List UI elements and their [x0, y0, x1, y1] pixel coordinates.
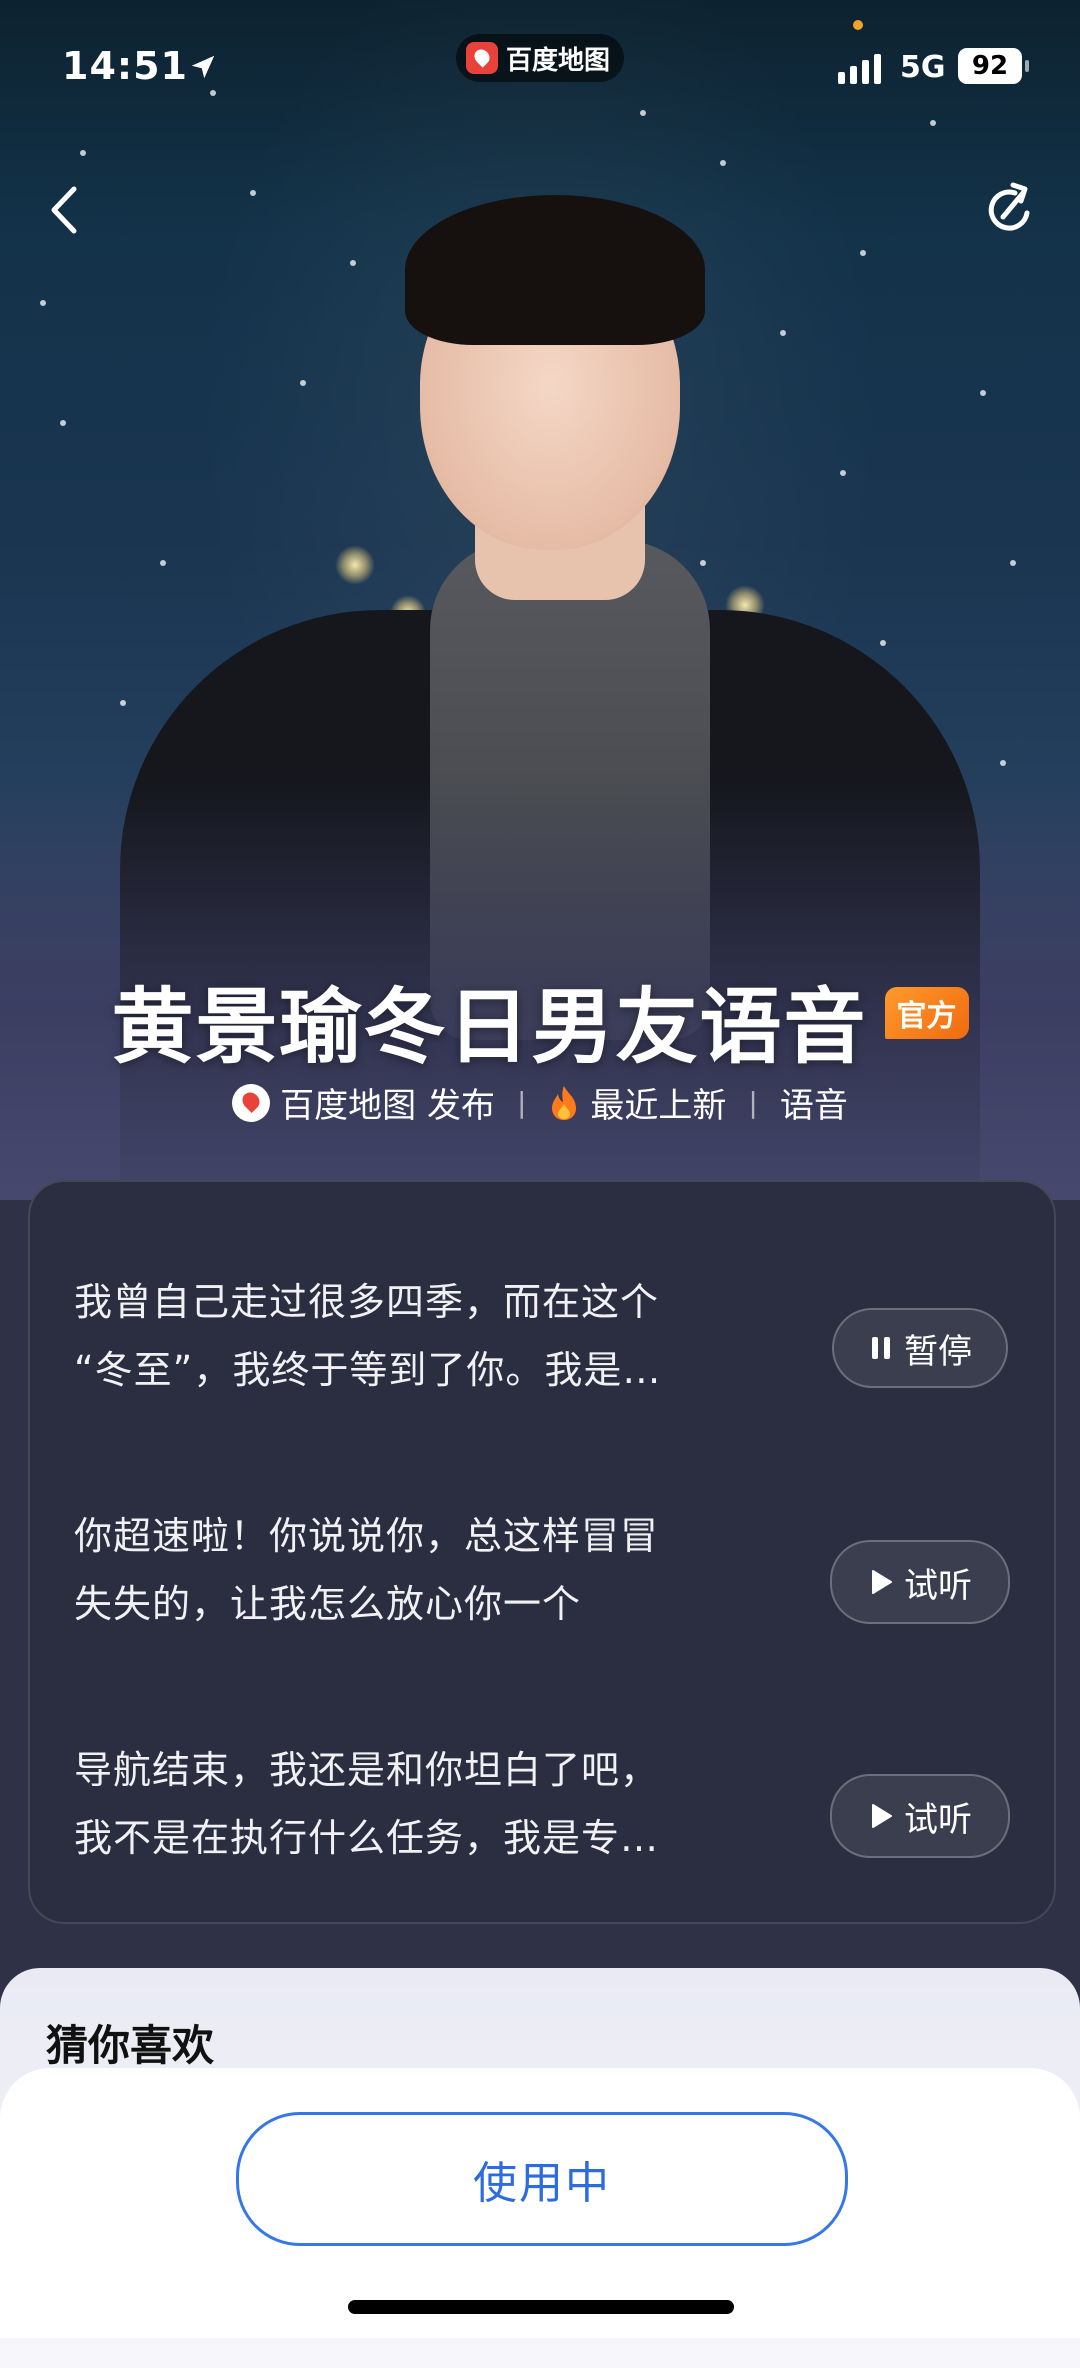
voice-sample-row: 我曾自己走过很多四季，而在这个 “冬至”，我终于等到了你。我是… 暂停: [30, 1268, 1054, 1448]
sample-line: “冬至”，我终于等到了你。我是…: [74, 1348, 662, 1392]
app-name: 百度地图: [506, 45, 611, 76]
sample-line: 失失的，让我怎么放心你一个: [74, 1582, 582, 1626]
pause-button[interactable]: 暂停: [832, 1308, 1008, 1388]
mic-indicator-dot: [853, 20, 863, 30]
preview-button[interactable]: 试听: [830, 1774, 1010, 1858]
chevron-left-icon[interactable]: [30, 175, 100, 245]
voice-sample-text: 我曾自己走过很多四季，而在这个 “冬至”，我终于等到了你。我是…: [74, 1268, 804, 1404]
sample-line: 我曾自己走过很多四季，而在这个: [74, 1280, 660, 1324]
bottom-action-bar: 使用中: [0, 2068, 1080, 2338]
preview-button[interactable]: 试听: [830, 1540, 1010, 1624]
pause-label: 暂停: [904, 1331, 972, 1372]
voice-samples-card: 我曾自己走过很多四季，而在这个 “冬至”，我终于等到了你。我是… 暂停 你超速啦…: [28, 1180, 1056, 1924]
official-badge: 官方: [884, 986, 969, 1039]
recommend-title: 猜你喜欢: [46, 2021, 215, 2070]
sample-line: 我不是在执行什么任务，我是专…: [74, 1816, 660, 1860]
pause-icon: [872, 1337, 890, 1359]
battery-indicator: 92: [958, 48, 1029, 84]
recent-tag: 最近上新: [590, 1086, 727, 1126]
meta-row: 百度地图 发布 | 最近上新 | 语音: [0, 1078, 1080, 1127]
page-title: 黄景瑜冬日男友语音: [111, 980, 868, 1075]
home-indicator[interactable]: [348, 2300, 734, 2314]
signal-icon: [838, 52, 881, 84]
status-bar: 14:51 百度地图 5G 92: [0, 0, 1080, 140]
network-type: 5G: [900, 50, 946, 85]
baidu-map-pin-icon: [232, 1083, 271, 1122]
preview-label: 试听: [904, 1565, 972, 1606]
fire-icon: [552, 1085, 577, 1120]
bokeh-light: [335, 545, 375, 585]
meta-separator: |: [748, 1086, 758, 1119]
type-tag: 语音: [779, 1086, 848, 1126]
portrait-hair: [405, 195, 705, 345]
voice-sample-text: 导航结束，我还是和你坦白了吧， 我不是在执行什么任务，我是专…: [74, 1736, 804, 1872]
voice-sample-row: 导航结束，我还是和你坦白了吧， 我不是在执行什么任务，我是专… 试听: [30, 1736, 1054, 1916]
title-row: 黄景瑜冬日男友语音 官方: [0, 960, 1080, 1079]
in-use-button[interactable]: 使用中: [236, 2112, 848, 2246]
sample-line: 你超速啦！你说说你，总这样冒冒: [74, 1514, 660, 1558]
status-time: 14:51: [62, 44, 188, 88]
voice-sample-row: 你超速啦！你说说你，总这样冒冒 失失的，让我怎么放心你一个 试听: [30, 1502, 1054, 1682]
voice-sample-text: 你超速啦！你说说你，总这样冒冒 失失的，让我怎么放心你一个: [74, 1502, 804, 1638]
share-icon[interactable]: [975, 175, 1045, 245]
play-icon: [872, 1804, 892, 1828]
meta-separator: |: [516, 1086, 527, 1119]
location-arrow-icon: [191, 55, 215, 79]
publisher-label: 百度地图 发布: [280, 1086, 495, 1126]
baidu-map-logo-icon: [466, 42, 498, 74]
play-icon: [872, 1570, 892, 1594]
back-to-app-pill[interactable]: 百度地图: [456, 34, 625, 82]
preview-label: 试听: [904, 1799, 972, 1840]
sample-line: 导航结束，我还是和你坦白了吧，: [74, 1748, 660, 1792]
